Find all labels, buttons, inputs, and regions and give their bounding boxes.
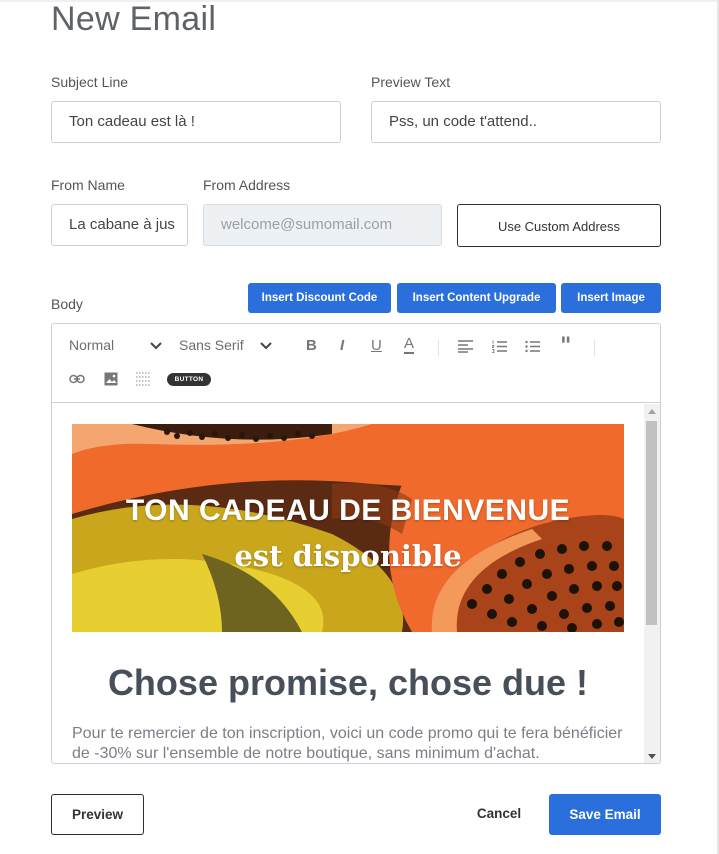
preview-button[interactable]: Preview	[51, 794, 144, 835]
email-headline: Chose promise, chose due !	[107, 662, 589, 703]
divider-icon[interactable]	[136, 372, 151, 386]
body-label: Body	[51, 296, 83, 312]
from-name-input[interactable]: La cabane à jus	[51, 204, 188, 246]
scroll-down-arrow-icon[interactable]	[648, 754, 656, 759]
hero-banner: TON CADEAU DE BIENVENUE est disponible	[72, 424, 624, 632]
email-content-area[interactable]: TON CADEAU DE BIENVENUE est disponible C…	[52, 404, 660, 763]
from-address-label: From Address	[203, 177, 291, 193]
bullet-list-icon[interactable]	[525, 340, 540, 353]
insert-button-widget[interactable]: BUTTON	[167, 373, 211, 386]
subject-input[interactable]: Ton cadeau est là !	[51, 101, 341, 143]
email-body-editor[interactable]: Normal Sans Serif B I U A " BUTTON TON C…	[51, 323, 661, 764]
ordered-list-icon[interactable]	[492, 340, 507, 353]
chevron-down-icon	[260, 342, 272, 350]
image-icon[interactable]	[104, 372, 118, 386]
insert-content-upgrade-button[interactable]: Insert Content Upgrade	[397, 283, 556, 313]
align-icon[interactable]	[458, 340, 473, 353]
insert-discount-code-button[interactable]: Insert Discount Code	[248, 283, 391, 313]
insert-image-button[interactable]: Insert Image	[561, 283, 661, 313]
papaya-image	[72, 424, 624, 632]
preview-text-input[interactable]: Pss, un code t'attend..	[371, 101, 661, 143]
format-select[interactable]: Normal	[69, 337, 164, 357]
toolbar-divider	[438, 340, 439, 356]
email-paragraph: Pour te remercier de ton inscription, vo…	[72, 725, 623, 762]
italic-icon[interactable]: I	[340, 337, 344, 354]
toolbar-divider	[594, 340, 595, 356]
scroll-up-arrow-icon[interactable]	[648, 409, 656, 414]
hero-title: TON CADEAU DE BIENVENUE	[125, 494, 571, 527]
cancel-button[interactable]: Cancel	[466, 794, 532, 835]
font-select[interactable]: Sans Serif	[179, 337, 276, 357]
blockquote-icon[interactable]: "	[560, 333, 571, 359]
from-address-input: welcome@sumomail.com	[203, 204, 442, 246]
link-icon[interactable]	[69, 374, 85, 384]
editor-scrollbar[interactable]	[644, 404, 660, 763]
bold-icon[interactable]: B	[306, 337, 317, 354]
subject-label: Subject Line	[51, 74, 129, 90]
scroll-thumb[interactable]	[646, 421, 657, 625]
preview-text-label: Preview Text	[371, 74, 451, 90]
font-select-value: Sans Serif	[179, 337, 244, 353]
hero-subtitle: est disponible	[234, 539, 462, 573]
editor-toolbar: Normal Sans Serif B I U A " BUTTON	[52, 324, 660, 403]
chevron-down-icon	[150, 342, 162, 350]
format-select-value: Normal	[69, 337, 115, 353]
page-title: New Email	[51, 0, 217, 38]
underline-icon[interactable]: U	[371, 337, 382, 354]
save-email-button[interactable]: Save Email	[549, 794, 661, 835]
from-name-label: From Name	[51, 177, 125, 193]
text-color-icon[interactable]: A	[404, 336, 415, 354]
use-custom-address-button[interactable]: Use Custom Address	[457, 204, 661, 247]
